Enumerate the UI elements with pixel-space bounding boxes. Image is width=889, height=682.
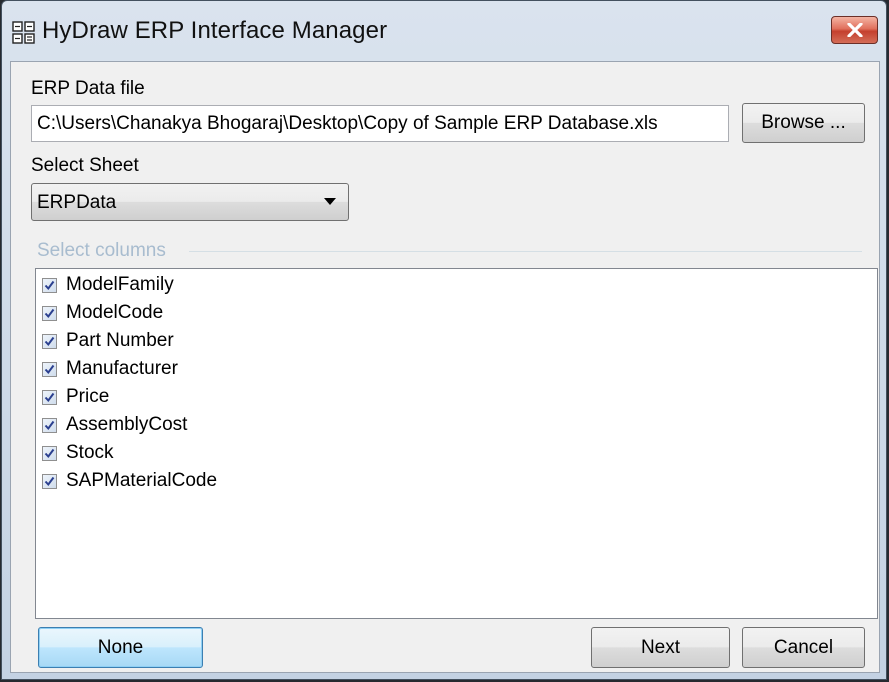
- checkbox-checked-icon[interactable]: [42, 277, 57, 293]
- close-button[interactable]: [831, 16, 878, 44]
- sheet-dropdown[interactable]: ERPData: [31, 183, 349, 221]
- column-item-label: AssemblyCost: [66, 414, 188, 435]
- group-divider: [189, 251, 862, 252]
- next-button[interactable]: Next: [591, 627, 730, 668]
- sheet-dropdown-value: ERPData: [37, 192, 117, 213]
- window-title: HyDraw ERP Interface Manager: [42, 17, 388, 44]
- dialog-window: HyDraw ERP Interface Manager ERP Data fi…: [1, 0, 887, 680]
- column-item-label: Price: [66, 386, 110, 407]
- app-grid-icon: [12, 21, 35, 44]
- checkbox-checked-icon[interactable]: [42, 389, 57, 405]
- checkbox-checked-icon[interactable]: [42, 305, 57, 321]
- select-sheet-label: Select Sheet: [31, 155, 139, 176]
- browse-button[interactable]: Browse ...: [742, 103, 865, 143]
- columns-checklist[interactable]: ModelFamily ModelCode Part Number Manufa…: [35, 268, 878, 619]
- checkbox-checked-icon[interactable]: [42, 445, 57, 461]
- column-item-modelfamily[interactable]: ModelFamily: [42, 271, 174, 299]
- title-bar[interactable]: HyDraw ERP Interface Manager: [2, 1, 886, 61]
- column-item-price[interactable]: Price: [42, 383, 109, 411]
- column-item-part-number[interactable]: Part Number: [42, 327, 174, 355]
- chevron-down-icon: [324, 198, 336, 205]
- column-item-label: Manufacturer: [66, 358, 178, 379]
- column-item-assemblycost[interactable]: AssemblyCost: [42, 411, 187, 439]
- close-icon: [847, 23, 863, 37]
- erp-file-path-field[interactable]: [31, 105, 729, 142]
- column-item-sapmaterialcode[interactable]: SAPMaterialCode: [42, 467, 217, 495]
- column-item-manufacturer[interactable]: Manufacturer: [42, 355, 178, 383]
- column-item-modelcode[interactable]: ModelCode: [42, 299, 163, 327]
- none-button[interactable]: None: [38, 627, 203, 668]
- select-columns-group-label: Select columns: [37, 240, 166, 261]
- erp-data-file-label: ERP Data file: [31, 78, 145, 99]
- column-item-label: ModelFamily: [66, 274, 174, 295]
- dialog-body: ERP Data file Browse ... Select Sheet ER…: [10, 61, 880, 673]
- column-item-stock[interactable]: Stock: [42, 439, 114, 467]
- checkbox-checked-icon[interactable]: [42, 473, 57, 489]
- checkbox-checked-icon[interactable]: [42, 361, 57, 377]
- column-item-label: ModelCode: [66, 302, 164, 323]
- column-item-label: Part Number: [66, 330, 174, 351]
- column-item-label: SAPMaterialCode: [66, 470, 218, 491]
- cancel-button[interactable]: Cancel: [742, 627, 865, 668]
- checkbox-checked-icon[interactable]: [42, 417, 57, 433]
- column-item-label: Stock: [66, 442, 114, 463]
- checkbox-checked-icon[interactable]: [42, 333, 57, 349]
